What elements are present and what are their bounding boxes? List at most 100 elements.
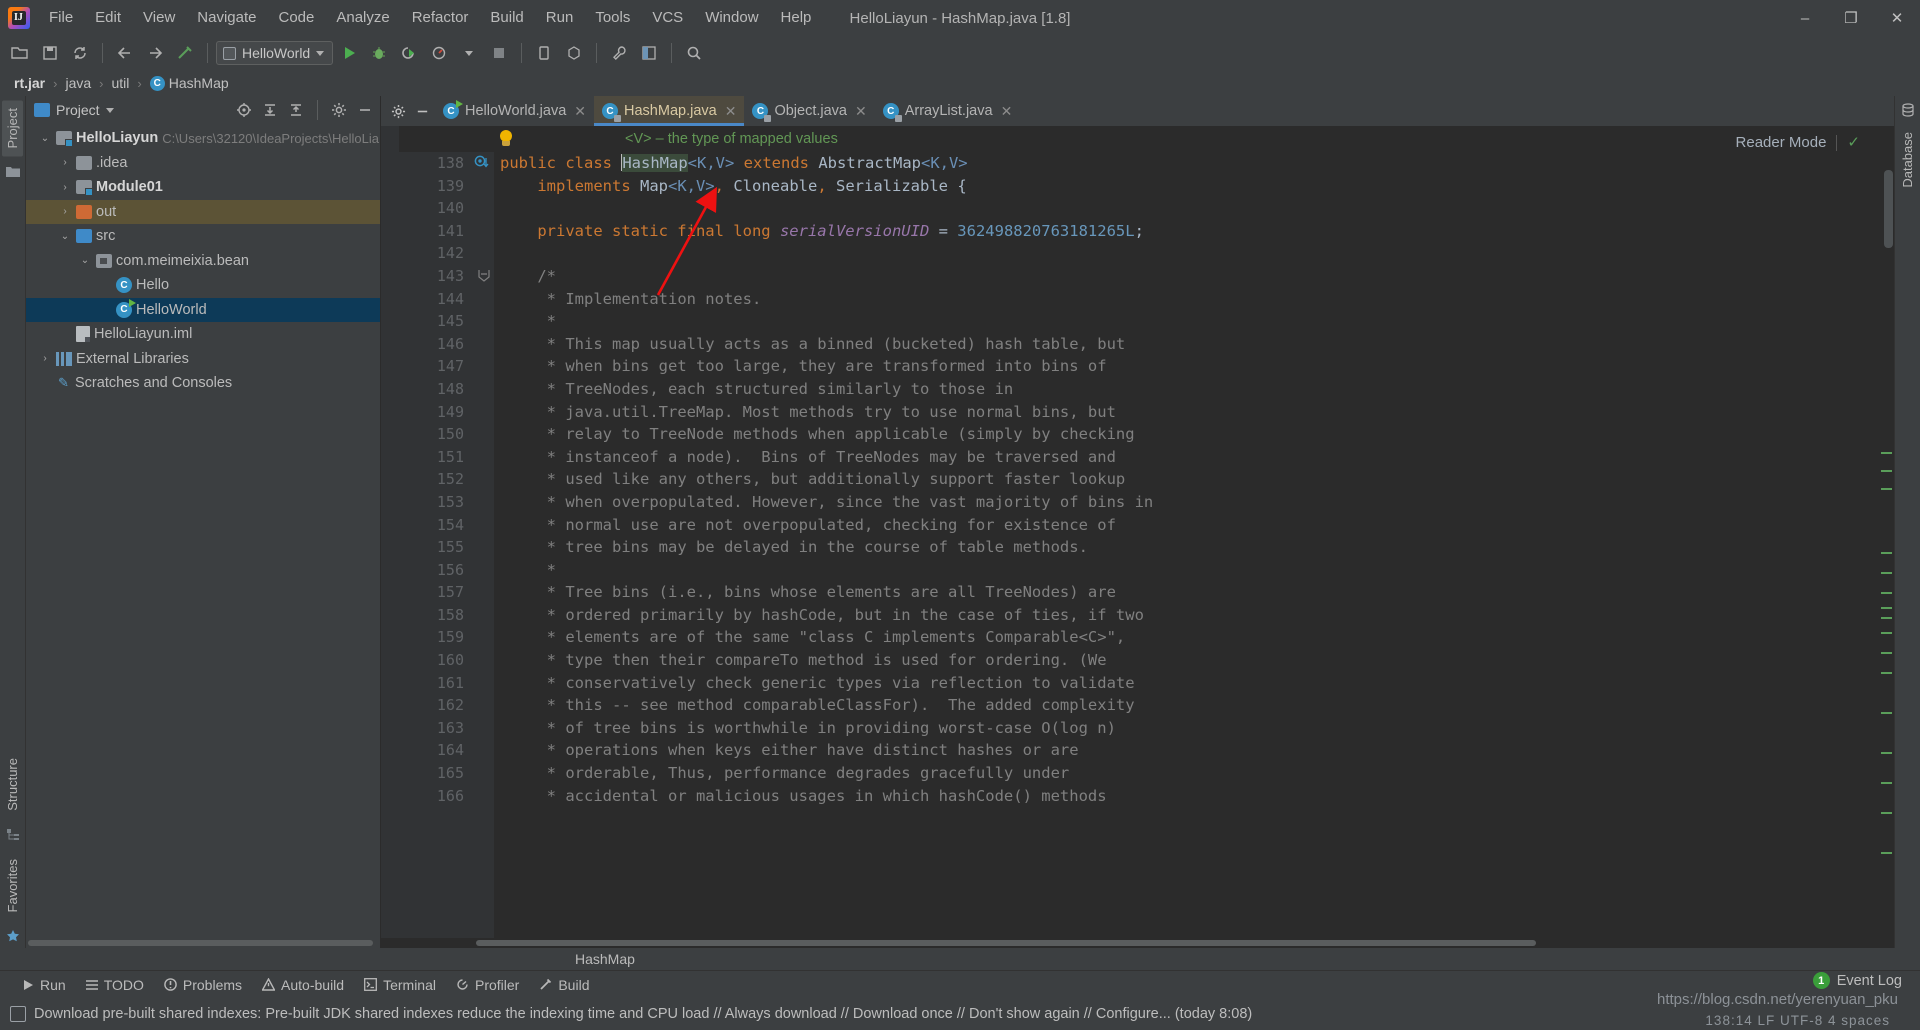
tree-item-out[interactable]: › out	[26, 199, 380, 224]
line-number[interactable]: 150	[399, 423, 494, 446]
code-line[interactable]: * TreeNodes, each structured similarly t…	[500, 378, 1878, 401]
line-number[interactable]: 138	[399, 152, 494, 175]
line-number[interactable]: 162	[399, 694, 494, 717]
project-structure-icon[interactable]	[635, 39, 663, 67]
forward-arrow-icon[interactable]	[141, 39, 169, 67]
run-icon[interactable]	[335, 39, 363, 67]
line-number[interactable]: 164	[399, 739, 494, 762]
line-number[interactable]: 144	[399, 288, 494, 311]
line-number[interactable]: 166	[399, 785, 494, 808]
star-icon[interactable]	[5, 928, 21, 944]
line-number[interactable]: 147	[399, 355, 494, 378]
code-line[interactable]: * tree bins may be delayed in the course…	[500, 536, 1878, 559]
tool-window-project[interactable]: Project	[2, 100, 23, 157]
menu-window[interactable]: Window	[694, 5, 769, 31]
code-line[interactable]: * used like any others, but additionally…	[500, 468, 1878, 491]
menu-edit[interactable]: Edit	[84, 5, 132, 31]
locate-icon[interactable]	[233, 99, 255, 121]
close-icon[interactable]: ✕	[855, 103, 867, 120]
line-number[interactable]: 151	[399, 446, 494, 469]
tree-expand-arrow[interactable]: ›	[58, 182, 72, 193]
close-icon[interactable]: ✕	[725, 103, 737, 120]
tree-item-external-libraries[interactable]: › External Libraries	[26, 347, 380, 372]
editor-horizontal-scrollbar[interactable]	[381, 938, 1894, 948]
line-number[interactable]: 145	[399, 310, 494, 333]
code-line[interactable]: * type then their compareTo method is us…	[500, 649, 1878, 672]
hide-editor-icon[interactable]	[411, 100, 433, 122]
line-number[interactable]: 157	[399, 581, 494, 604]
line-number[interactable]: 163	[399, 717, 494, 740]
tree-expand-arrow[interactable]: ⌄	[38, 133, 52, 144]
line-number[interactable]: 139	[399, 175, 494, 198]
tool-button-todo[interactable]: TODO	[85, 977, 144, 993]
notification-text[interactable]: Download pre-built shared indexes: Pre-b…	[34, 1006, 1252, 1022]
tree-expand-arrow[interactable]: ›	[58, 206, 72, 217]
tree-item-helloworld[interactable]: C HelloWorld	[26, 297, 380, 322]
minimize-button[interactable]: –	[1782, 0, 1828, 36]
line-number[interactable]: 161	[399, 672, 494, 695]
breadcrumb-rt-jar[interactable]: rt.jar	[10, 74, 49, 92]
debug-icon[interactable]	[365, 39, 393, 67]
code-line[interactable]: * of tree bins is worthwhile in providin…	[500, 717, 1878, 740]
code-line[interactable]: * java.util.TreeMap. Most methods try to…	[500, 401, 1878, 424]
code-editor[interactable]: public class HashMap<K,V> extends Abstra…	[494, 152, 1878, 938]
line-number[interactable]: 142	[399, 242, 494, 265]
reader-mode-indicator[interactable]: Reader Mode ✓	[1729, 128, 1866, 158]
device-manager-icon[interactable]	[530, 39, 558, 67]
structure-icon[interactable]	[5, 827, 21, 843]
maximize-button[interactable]: ❐	[1828, 0, 1874, 36]
breadcrumb-hashmap[interactable]: C HashMap	[146, 74, 233, 92]
code-line[interactable]: * ordered primarily by hashCode, but in …	[500, 604, 1878, 627]
tree-expand-arrow[interactable]: ›	[58, 157, 72, 168]
run-configuration-selector[interactable]: HelloWorld	[216, 41, 334, 65]
tab-object-java[interactable]: C Object.java ✕	[744, 96, 874, 126]
line-number[interactable]: 160	[399, 649, 494, 672]
line-number[interactable]: 149	[399, 401, 494, 424]
tab-hashmap-java[interactable]: C HashMap.java ✕	[594, 96, 745, 126]
line-number[interactable]: 158	[399, 604, 494, 627]
menu-code[interactable]: Code	[267, 5, 325, 31]
tree-item-module01[interactable]: › Module01	[26, 175, 380, 200]
tree-expand-arrow[interactable]: ⌄	[78, 255, 92, 266]
line-number[interactable]: 152	[399, 468, 494, 491]
code-line[interactable]: * accidental or malicious usages in whic…	[500, 785, 1878, 808]
breadcrumb-util[interactable]: util	[108, 74, 134, 92]
intention-bulb-icon[interactable]	[497, 130, 515, 148]
tab-helloworld-java[interactable]: C HelloWorld.java ✕	[435, 96, 594, 126]
editor-vertical-scrollbar[interactable]	[1884, 170, 1893, 248]
editor-status-info[interactable]: 138:14 LF UTF-8 4 spaces	[1705, 1013, 1890, 1028]
search-everywhere-icon[interactable]	[680, 39, 708, 67]
chevron-down-icon-2[interactable]	[455, 39, 483, 67]
tool-window-structure[interactable]: Structure	[2, 750, 23, 819]
menu-help[interactable]: Help	[770, 5, 823, 31]
settings-gear-icon-editor[interactable]	[387, 100, 409, 122]
line-number[interactable]: 140	[399, 197, 494, 220]
line-number[interactable]: 148	[399, 378, 494, 401]
run-with-coverage-icon[interactable]	[395, 39, 423, 67]
save-icon[interactable]	[36, 39, 64, 67]
back-arrow-icon[interactable]	[111, 39, 139, 67]
tool-window-database[interactable]: Database	[1897, 124, 1918, 196]
code-line[interactable]: * this -- see method comparableClassFor)…	[500, 694, 1878, 717]
profile-icon[interactable]	[425, 39, 453, 67]
code-line[interactable]: * Tree bins (i.e., bins whose elements a…	[500, 581, 1878, 604]
menu-refactor[interactable]: Refactor	[401, 5, 480, 31]
line-number-gutter[interactable]: 138 139 140 141 142 143 144 145 146 147 148 149 150 1…	[399, 152, 494, 938]
collapse-all-icon[interactable]	[285, 99, 307, 121]
open-folder-icon[interactable]	[6, 39, 34, 67]
folder-icon[interactable]	[5, 164, 21, 180]
line-number[interactable]: 155	[399, 536, 494, 559]
line-number[interactable]: 165	[399, 762, 494, 785]
error-stripe-markerbar[interactable]	[1878, 152, 1894, 938]
menu-file[interactable]: File	[38, 5, 84, 31]
hide-panel-icon[interactable]	[354, 99, 376, 121]
expand-all-icon[interactable]	[259, 99, 281, 121]
line-number[interactable]: 156	[399, 559, 494, 582]
tool-button-build[interactable]: Build	[539, 977, 589, 993]
settings-gear-icon[interactable]	[328, 99, 350, 121]
tree-item-com-meimeixia-bean[interactable]: ⌄ com.meimeixia.bean	[26, 249, 380, 274]
line-number[interactable]: 159	[399, 626, 494, 649]
line-number[interactable]: 153	[399, 491, 494, 514]
line-number[interactable]: 146	[399, 333, 494, 356]
tool-button-problems[interactable]: Problems	[164, 977, 242, 993]
